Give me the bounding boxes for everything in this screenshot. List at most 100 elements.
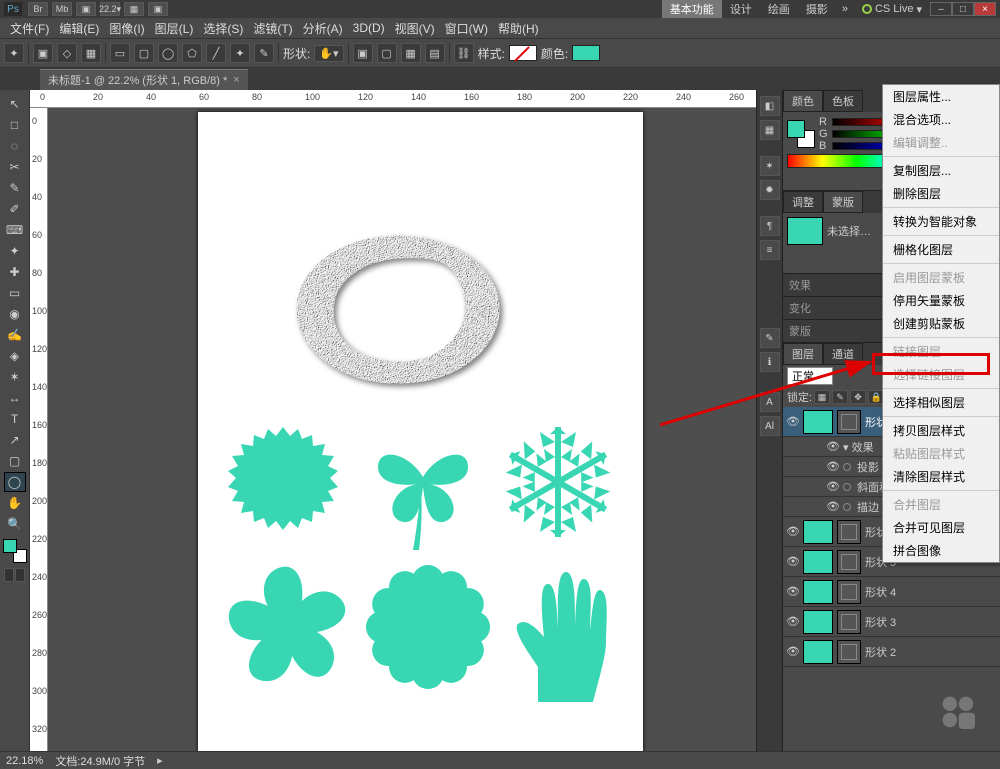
para2-panel-icon[interactable]: Al bbox=[760, 416, 780, 436]
workspace-photo[interactable]: 摄影 bbox=[798, 0, 836, 18]
menu-image[interactable]: 图像(I) bbox=[105, 18, 148, 39]
menu-help[interactable]: 帮助(H) bbox=[494, 18, 543, 39]
context-menu-item[interactable]: 删除图层 bbox=[883, 182, 999, 205]
status-docinfo[interactable]: 文档:24.9M/0 字节 bbox=[55, 753, 145, 769]
cs-live-button[interactable]: CS Live▾ bbox=[858, 3, 926, 16]
history-brush-tool[interactable]: ▭ bbox=[4, 283, 26, 303]
menu-layer[interactable]: 图层(L) bbox=[151, 18, 198, 39]
context-menu-item[interactable]: 图层属性... bbox=[883, 85, 999, 108]
info-panel-icon[interactable]: ℹ bbox=[760, 352, 780, 372]
marquee-tool[interactable]: □ bbox=[4, 115, 26, 135]
polygon-icon[interactable]: ⬠ bbox=[182, 43, 202, 63]
zoom-dropdown[interactable]: 22.2▾ bbox=[100, 2, 120, 16]
eyedropper-tool[interactable]: ✐ bbox=[4, 199, 26, 219]
color-fg-bg[interactable] bbox=[787, 120, 815, 148]
line-icon[interactable]: ╱ bbox=[206, 43, 226, 63]
adjust-tab[interactable]: 调整 bbox=[783, 191, 823, 213]
clone-panel-icon[interactable]: ✹ bbox=[760, 180, 780, 200]
layer-item[interactable]: 👁形状 3 bbox=[783, 607, 1000, 637]
menu-window[interactable]: 窗口(W) bbox=[441, 18, 492, 39]
context-menu-item[interactable]: 创建剪贴蒙板 bbox=[883, 312, 999, 335]
custom-shape-tool-active[interactable]: ◯ bbox=[4, 472, 26, 492]
context-menu-item[interactable]: 合并可见图层 bbox=[883, 516, 999, 539]
color-picker[interactable] bbox=[572, 45, 600, 61]
style-picker[interactable] bbox=[509, 45, 537, 61]
rectangle-icon[interactable]: ▭ bbox=[110, 43, 130, 63]
context-menu-item[interactable]: 转换为智能对象 bbox=[883, 210, 999, 233]
char-panel-icon[interactable]: ¶ bbox=[760, 216, 780, 236]
stamp-tool[interactable]: ✚ bbox=[4, 262, 26, 282]
combine-intersect-icon[interactable]: ▦ bbox=[401, 43, 421, 63]
arrange-icon[interactable]: ▦ bbox=[124, 2, 144, 16]
quick-mask-toggle[interactable] bbox=[4, 568, 25, 582]
combine-exclude-icon[interactable]: ▤ bbox=[425, 43, 445, 63]
fill-pixels-icon[interactable]: ▦ bbox=[81, 43, 101, 63]
maximize-button[interactable]: □ bbox=[952, 2, 974, 16]
workspace-more[interactable]: » bbox=[836, 3, 854, 15]
context-menu-item[interactable]: 清除图层样式 bbox=[883, 465, 999, 488]
heal-tool[interactable]: ⌨ bbox=[4, 220, 26, 240]
pen-tool[interactable]: ↔ bbox=[4, 388, 26, 408]
combine-subtract-icon[interactable]: ▢ bbox=[377, 43, 397, 63]
eraser-tool[interactable]: ◉ bbox=[4, 304, 26, 324]
context-menu-item[interactable]: 栅格化图层 bbox=[883, 238, 999, 261]
crop-tool[interactable]: ✎ bbox=[4, 178, 26, 198]
custom-shape-icon[interactable]: ✦ bbox=[230, 43, 250, 63]
context-menu-item[interactable]: 选择相似图层 bbox=[883, 391, 999, 414]
color-tab[interactable]: 颜色 bbox=[783, 90, 823, 112]
layer-item[interactable]: 👁形状 4 bbox=[783, 577, 1000, 607]
screen-mode-icon[interactable]: ▣ bbox=[76, 2, 96, 16]
path-select-tool[interactable]: ↗ bbox=[4, 430, 26, 450]
channels-tab[interactable]: 通道 bbox=[823, 343, 863, 365]
shape-picker[interactable]: ✋▾ bbox=[314, 45, 343, 62]
history-panel-icon[interactable]: ◧ bbox=[760, 96, 780, 116]
minimize-button[interactable]: – bbox=[930, 2, 952, 16]
lock-pixels[interactable]: ✎ bbox=[832, 390, 848, 404]
document-tab[interactable]: 未标题-1 @ 22.2% (形状 1, RGB/8) * × bbox=[40, 69, 248, 90]
lock-transparent[interactable]: ▦ bbox=[814, 390, 830, 404]
custom-shape-tool-icon[interactable]: ✦ bbox=[4, 43, 24, 63]
close-button[interactable]: × bbox=[974, 2, 996, 16]
workspace-essentials[interactable]: 基本功能 bbox=[662, 0, 722, 18]
link-icon[interactable]: ⛓ bbox=[454, 43, 474, 63]
combine-add-icon[interactable]: ▣ bbox=[353, 43, 373, 63]
ellipse-icon[interactable]: ◯ bbox=[158, 43, 178, 63]
mb-icon[interactable]: Mb bbox=[52, 2, 72, 16]
layers-tab[interactable]: 图层 bbox=[783, 343, 823, 365]
menu-3d[interactable]: 3D(D) bbox=[349, 19, 389, 37]
char2-panel-icon[interactable]: A bbox=[760, 392, 780, 412]
quick-select-tool[interactable]: ✂ bbox=[4, 157, 26, 177]
context-menu-item[interactable]: 拷贝图层样式 bbox=[883, 419, 999, 442]
workspace-painting[interactable]: 绘画 bbox=[760, 0, 798, 18]
canvas-area[interactable] bbox=[48, 108, 756, 751]
fg-bg-swatch[interactable] bbox=[3, 539, 27, 563]
brush-panel-icon[interactable]: ✶ bbox=[760, 156, 780, 176]
swatches-tab[interactable]: 色板 bbox=[823, 90, 863, 112]
gradient-tool[interactable]: ✍ bbox=[4, 325, 26, 345]
hand-tool[interactable]: ✋ bbox=[4, 493, 26, 513]
mask-tab[interactable]: 蒙版 bbox=[823, 191, 863, 213]
para-panel-icon[interactable]: ≡ bbox=[760, 240, 780, 260]
rectangle-tool[interactable]: ▢ bbox=[4, 451, 26, 471]
actions-panel-icon[interactable]: ▦ bbox=[760, 120, 780, 140]
rounded-rect-icon[interactable]: ▢ bbox=[134, 43, 154, 63]
move-tool[interactable]: ↖ bbox=[4, 94, 26, 114]
lasso-tool[interactable]: ◌ bbox=[4, 136, 26, 156]
context-menu-item[interactable]: 拼合图像 bbox=[883, 539, 999, 562]
context-menu-item[interactable]: 混合选项... bbox=[883, 108, 999, 131]
mask-thumb[interactable] bbox=[787, 217, 823, 245]
menu-select[interactable]: 选择(S) bbox=[199, 18, 247, 39]
paths-icon[interactable]: ◇ bbox=[57, 43, 77, 63]
workspace-design[interactable]: 设计 bbox=[722, 0, 760, 18]
tool-preset-icon[interactable]: ✎ bbox=[760, 328, 780, 348]
context-menu-item[interactable]: 复制图层... bbox=[883, 159, 999, 182]
menu-view[interactable]: 视图(V) bbox=[391, 18, 439, 39]
type-tool[interactable]: T bbox=[4, 409, 26, 429]
menu-file[interactable]: 文件(F) bbox=[6, 18, 53, 39]
blur-tool[interactable]: ◈ bbox=[4, 346, 26, 366]
menu-edit[interactable]: 编辑(E) bbox=[55, 18, 103, 39]
shape-layers-icon[interactable]: ▣ bbox=[33, 43, 53, 63]
screen-icon[interactable]: ▣ bbox=[148, 2, 168, 16]
brush-tool[interactable]: ✦ bbox=[4, 241, 26, 261]
bridge-icon[interactable]: Br bbox=[28, 2, 48, 16]
